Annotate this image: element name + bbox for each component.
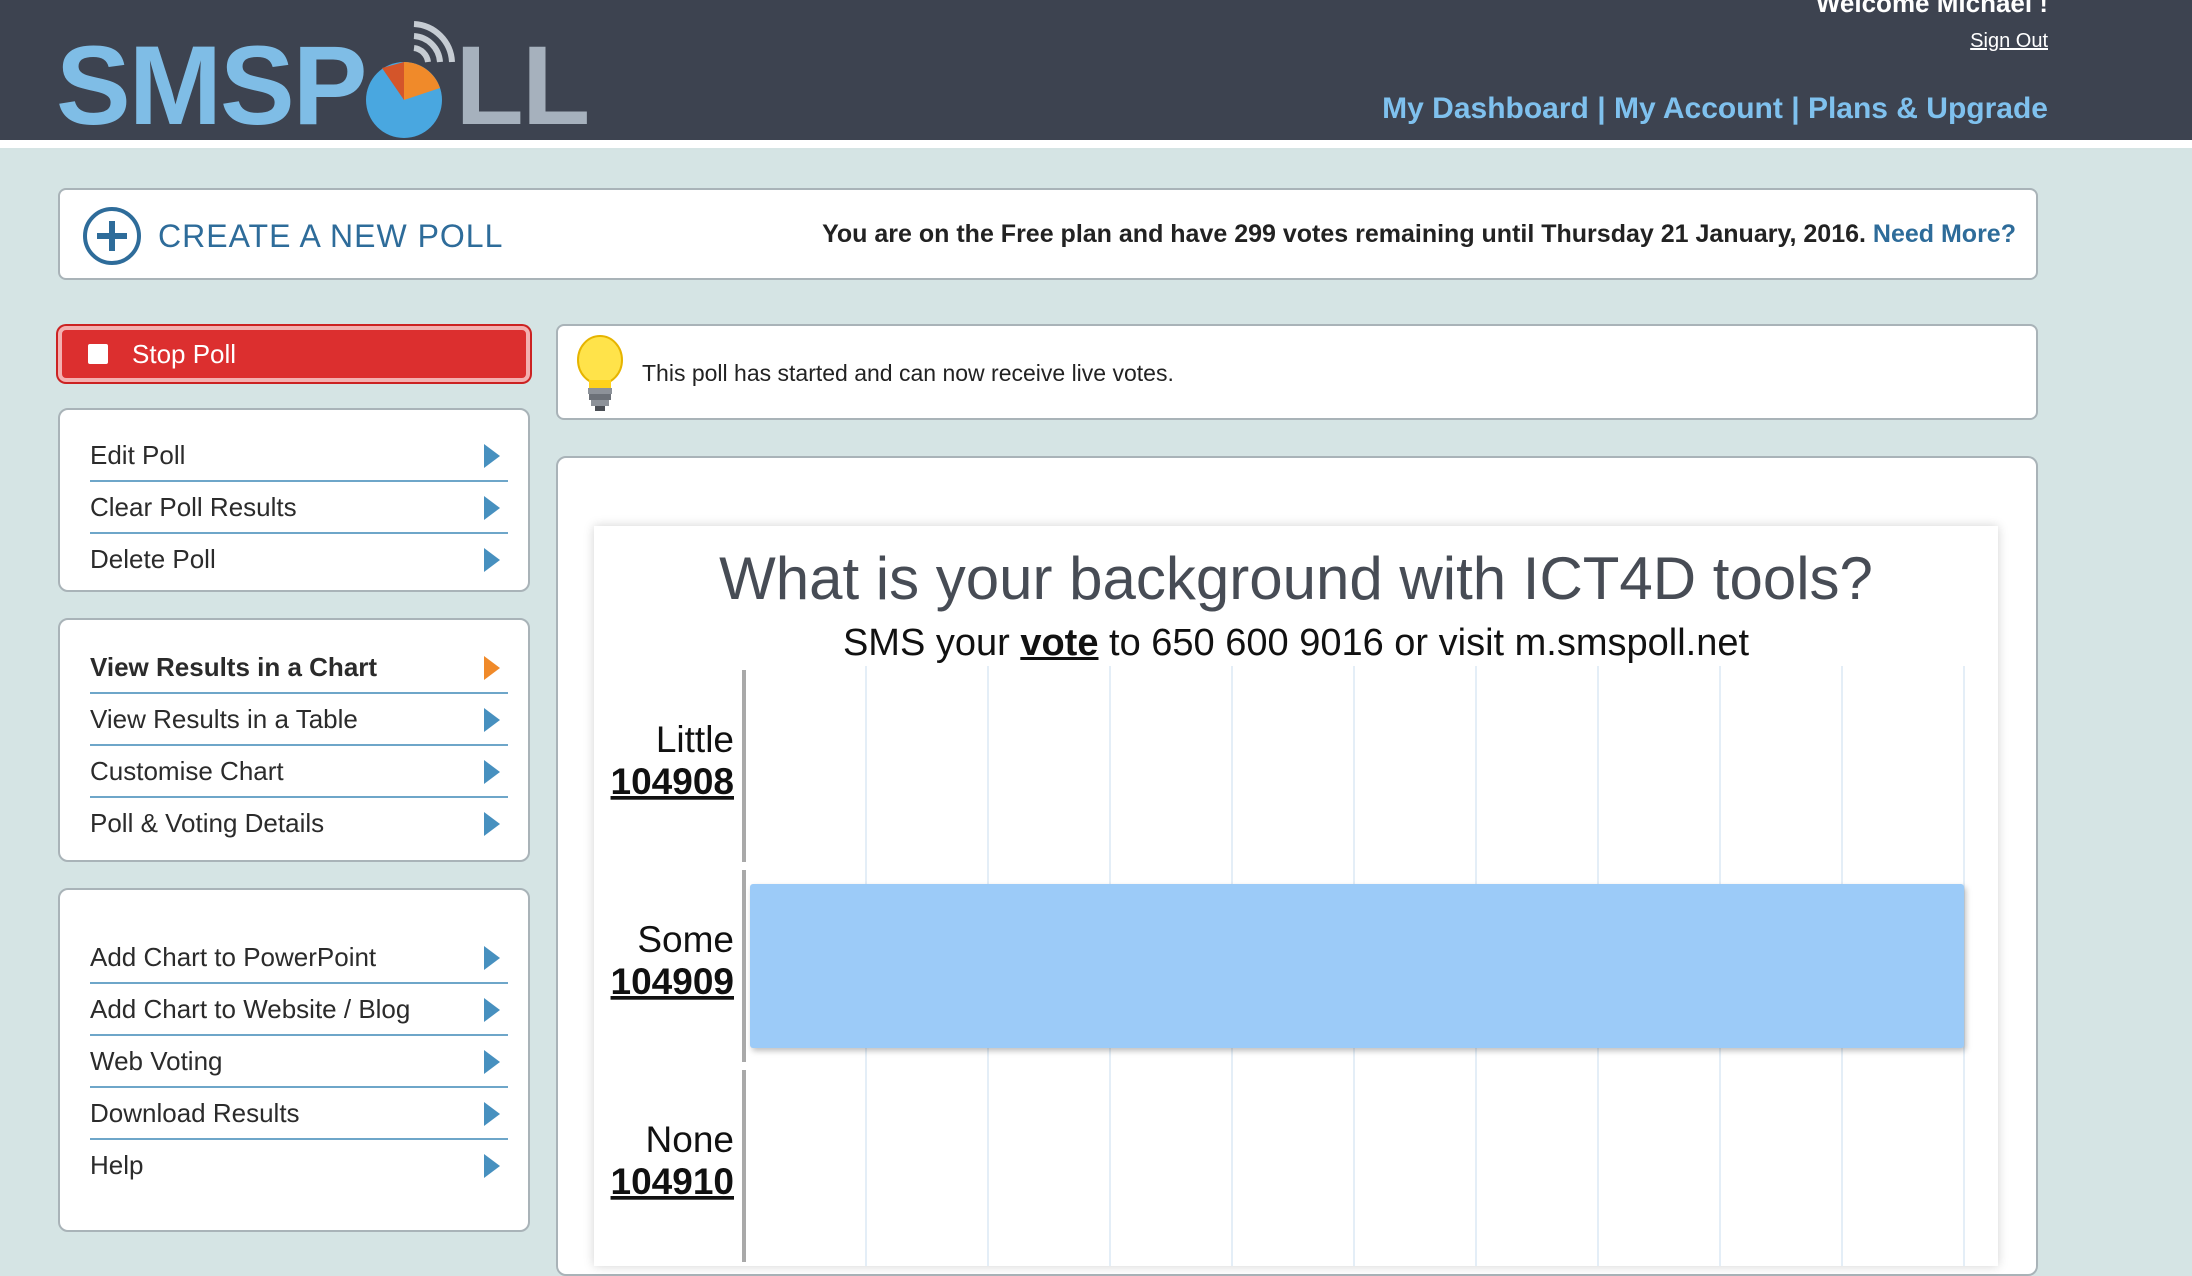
export-tools-panel: Add Chart to PowerPoint Add Chart to Web… <box>58 888 530 1232</box>
stop-poll-button[interactable]: Stop Poll <box>58 326 530 382</box>
sidebar-item-label: Help <box>90 1150 144 1180</box>
create-poll-bar: CREATE A NEW POLL You are on the Free pl… <box>58 188 2038 280</box>
sidebar-item-clear-poll-results[interactable]: Clear Poll Results <box>90 482 508 534</box>
nav-separator: | <box>1782 92 1808 125</box>
arrow-right-icon <box>484 496 500 520</box>
sidebar-item-label: Add Chart to PowerPoint <box>90 942 377 972</box>
sidebar-item-label: View Results in a Chart <box>90 652 378 682</box>
category-vote-code: 104909 <box>611 961 734 1002</box>
header-divider <box>0 140 2192 148</box>
arrow-right-icon <box>484 1102 500 1126</box>
sidebar-item-help[interactable]: Help <box>90 1140 508 1190</box>
arrow-right-icon <box>484 760 500 784</box>
poll-status-message: This poll has started and can now receiv… <box>642 360 1174 386</box>
logo-text-part1: SMSP <box>56 23 367 148</box>
arrow-right-icon <box>484 548 500 572</box>
arrow-right-icon <box>484 812 500 836</box>
sidebar-item-web-voting[interactable]: Web Voting <box>90 1036 508 1088</box>
sidebar-item-download-results[interactable]: Download Results <box>90 1088 508 1140</box>
stop-square-icon <box>88 344 108 364</box>
sidebar-item-label: Poll & Voting Details <box>90 808 325 838</box>
sidebar-item-label: Delete Poll <box>90 544 216 574</box>
results-bar-chart: Little104908 Some104909 None104910 <box>611 666 1965 1266</box>
arrow-right-icon <box>484 946 500 970</box>
top-nav: My Dashboard | My Account | Plans & Upgr… <box>1382 92 2048 126</box>
sidebar-item-customise-chart[interactable]: Customise Chart <box>90 746 508 798</box>
app-header: SMSP LL Welcome Michael ! Sign Out My Das… <box>0 0 2192 142</box>
bar-some <box>750 884 1964 1048</box>
sign-out-link[interactable]: Sign Out <box>1970 30 2048 53</box>
welcome-text: Welcome Michael ! <box>1815 0 2048 18</box>
sidebar-item-delete-poll[interactable]: Delete Poll <box>90 534 508 584</box>
lightbulb-icon <box>577 335 623 411</box>
create-new-poll-button[interactable]: CREATE A NEW POLL <box>82 206 503 266</box>
sidebar-item-label: View Results in a Table <box>90 704 358 734</box>
sidebar-item-view-results-chart[interactable]: View Results in a Chart <box>90 642 508 694</box>
results-view-panel: View Results in a Chart View Results in … <box>58 618 530 862</box>
category-label: Some <box>637 919 734 960</box>
category-label: None <box>646 1119 734 1160</box>
category-vote-code: 104908 <box>611 761 734 802</box>
nav-my-account[interactable]: My Account <box>1614 92 1783 125</box>
arrow-right-icon <box>484 998 500 1022</box>
sidebar-item-edit-poll[interactable]: Edit Poll <box>90 430 508 482</box>
arrow-right-icon <box>484 656 500 680</box>
poll-actions-panel: Edit Poll Clear Poll Results Delete Poll <box>58 408 530 592</box>
arrow-right-icon <box>484 444 500 468</box>
sidebar-item-label: Clear Poll Results <box>90 492 297 522</box>
nav-separator: | <box>1588 92 1614 125</box>
results-chart-card: What is your background with ICT4D tools… <box>594 526 1998 1266</box>
sidebar-item-label: Edit Poll <box>90 440 186 470</box>
sidebar-item-label: Add Chart to Website / Blog <box>90 994 411 1024</box>
create-new-poll-label: CREATE A NEW POLL <box>158 217 504 254</box>
sidebar-item-view-results-table[interactable]: View Results in a Table <box>90 694 508 746</box>
arrow-right-icon <box>484 708 500 732</box>
sidebar-item-add-chart-powerpoint[interactable]: Add Chart to PowerPoint <box>90 932 508 984</box>
sidebar-item-label: Customise Chart <box>90 756 284 786</box>
arrow-right-icon <box>484 1154 500 1178</box>
sidebar-item-poll-voting-details[interactable]: Poll & Voting Details <box>90 798 508 848</box>
nav-plans-upgrade[interactable]: Plans & Upgrade <box>1808 92 2048 125</box>
need-more-link[interactable]: Need More? <box>1873 220 2016 248</box>
sidebar-item-label: Web Voting <box>90 1046 223 1076</box>
sidebar-item-label: Download Results <box>90 1098 300 1128</box>
logo-wordmark: SMSP LL <box>56 30 590 142</box>
stop-poll-label: Stop Poll <box>132 339 237 369</box>
poll-status-notice: This poll has started and can now receiv… <box>556 324 2038 420</box>
sidebar-item-add-chart-website[interactable]: Add Chart to Website / Blog <box>90 984 508 1036</box>
plus-circle-icon <box>83 207 141 265</box>
plan-status-text: You are on the Free plan and have 299 vo… <box>822 220 1866 248</box>
category-label: Little <box>656 719 734 760</box>
nav-my-dashboard[interactable]: My Dashboard <box>1382 92 1589 125</box>
category-vote-code: 104910 <box>611 1161 734 1202</box>
plan-status: You are on the Free plan and have 299 vo… <box>822 220 2016 249</box>
arrow-right-icon <box>484 1050 500 1074</box>
poll-pie-signal-icon <box>366 21 455 138</box>
